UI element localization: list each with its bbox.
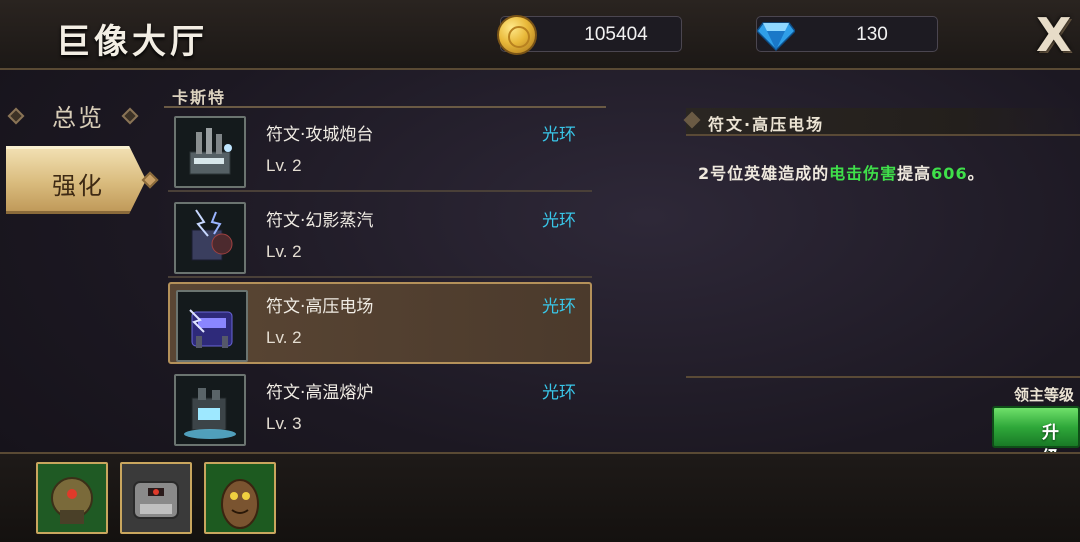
rune-detail-title: 符文·高压电场 (708, 115, 825, 134)
list-item[interactable]: 符文·高温熔炉 光环 Lv. 3 (168, 368, 592, 450)
desc-value: 606 (931, 164, 968, 183)
ribbon-tip-icon (683, 111, 701, 129)
phantom-steam-icon (174, 202, 246, 274)
list-item[interactable]: 符文·幻影蒸汽 光环 Lv. 2 (168, 196, 592, 278)
treant-hero-icon[interactable] (204, 462, 276, 534)
rune-type: 光环 (542, 297, 576, 317)
rune-level: Lv. 2 (266, 156, 302, 175)
rune-level: Lv. 2 (266, 328, 302, 347)
close-button[interactable]: X (1036, 8, 1080, 64)
rune-type: 光环 (542, 383, 576, 403)
gold-amount: 105404 (584, 24, 648, 45)
tab-overview-label: 总览 (52, 104, 104, 132)
rune-type: 光环 (542, 211, 576, 231)
tab-overview[interactable]: 总览 (0, 80, 160, 150)
rune-type: 光环 (542, 125, 576, 145)
list-item[interactable]: 符文·攻城炮台 光环 Lv. 2 (168, 110, 592, 192)
hero-bar (0, 452, 1080, 542)
rune-detail-description: 2号位英雄造成的电击伤害提高606。 (698, 160, 985, 184)
gold-counter: 105404 (497, 15, 682, 55)
desc-mid: 提高 (897, 164, 932, 183)
gem-counter: 130 (756, 16, 938, 52)
gem-amount: 130 (856, 24, 888, 45)
iron-mech-hero-icon[interactable] (120, 462, 192, 534)
furnace-icon (174, 374, 246, 446)
diamond-gem-icon (757, 22, 795, 51)
rune-level: Lv. 3 (266, 414, 302, 433)
tab-enhance[interactable]: 强化 (0, 146, 160, 216)
high-voltage-icon (176, 290, 248, 362)
siege-turret-icon (174, 116, 246, 188)
desc-suffix: 。 (967, 164, 985, 183)
hero-name: 卡斯特 (172, 88, 227, 107)
rune-detail-header: 符文·高压电场 (683, 108, 1080, 136)
rune-name: 符文·攻城炮台 (266, 125, 374, 145)
diamond-ornament-icon (121, 107, 139, 125)
diamond-ornament-icon (141, 171, 159, 189)
diamond-ornament-icon (7, 107, 25, 125)
rune-list-header: 卡斯特 (164, 82, 606, 108)
gold-coin-icon (497, 15, 537, 55)
green-mech-hero-icon[interactable] (36, 462, 108, 534)
rune-name: 符文·高温熔炉 (266, 383, 374, 403)
list-item[interactable]: 符文·高压电场 光环 Lv. 2 (168, 282, 592, 364)
rune-level: Lv. 2 (266, 242, 302, 261)
tab-enhance-label: 强化 (52, 172, 104, 200)
top-header: 巨像大厅 105404 130 X (0, 0, 1080, 70)
detail-divider (686, 376, 1080, 378)
lord-level-label: 领主等级 (1014, 386, 1075, 404)
rune-name: 符文·高压电场 (266, 297, 374, 317)
desc-prefix: 2号位英雄造成的 (698, 164, 830, 183)
upgrade-button[interactable]: 升级 (992, 406, 1080, 468)
desc-highlight: 电击伤害 (829, 164, 898, 183)
page-title: 巨像大厅 (56, 22, 208, 62)
rune-name: 符文·幻影蒸汽 (266, 211, 374, 231)
